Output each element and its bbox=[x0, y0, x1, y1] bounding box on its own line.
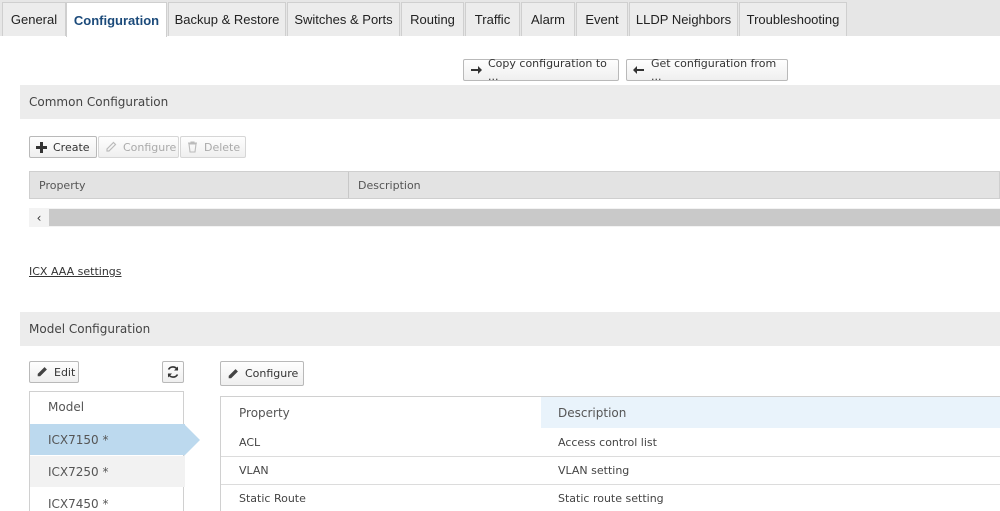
column-header-description[interactable]: Description bbox=[358, 172, 421, 198]
tab-label: Switches & Ports bbox=[294, 12, 393, 27]
common-configuration-header: Common Configuration bbox=[20, 85, 1000, 119]
tab-general[interactable]: General bbox=[2, 2, 66, 36]
delete-button-disabled[interactable]: Delete bbox=[180, 136, 246, 158]
model-property-table: Property Description ACL Access control … bbox=[220, 396, 1000, 511]
edit-button[interactable]: Edit bbox=[29, 361, 79, 383]
table-header: Property Description bbox=[221, 397, 1000, 428]
pencil-icon bbox=[228, 368, 238, 378]
section-title: Model Configuration bbox=[29, 322, 151, 336]
tab-lldp-neighbors[interactable]: LLDP Neighbors bbox=[629, 2, 738, 36]
tab-label: Configuration bbox=[73, 12, 160, 28]
tab-bar: General Configuration Backup & Restore S… bbox=[0, 0, 1000, 37]
description-cell: Static route setting bbox=[558, 492, 664, 505]
model-configuration-header: Model Configuration bbox=[20, 312, 1000, 346]
get-configuration-button[interactable]: Get configuration from ... bbox=[626, 57, 788, 83]
table-row[interactable]: ACL Access control list bbox=[221, 429, 1000, 457]
tab-label: LLDP Neighbors bbox=[635, 12, 732, 27]
list-item-label: ICX7150 * bbox=[48, 432, 109, 447]
pencil-icon bbox=[37, 367, 47, 377]
horizontal-scrollbar[interactable]: ‹ bbox=[29, 208, 1000, 227]
tab-traffic[interactable]: Traffic bbox=[465, 2, 520, 36]
tab-event[interactable]: Event bbox=[576, 2, 628, 36]
model-item-icx7150[interactable]: ICX7150 * bbox=[30, 424, 185, 455]
create-button[interactable]: Create bbox=[29, 136, 97, 158]
property-cell: Static Route bbox=[239, 492, 306, 505]
refresh-button[interactable] bbox=[162, 361, 184, 383]
selection-pointer bbox=[184, 424, 200, 456]
arrow-right-icon bbox=[471, 66, 482, 74]
create-label: Create bbox=[53, 140, 90, 154]
property-cell: VLAN bbox=[239, 464, 269, 477]
model-list: Model ICX7150 * ICX7250 * ICX7450 * bbox=[29, 391, 185, 511]
model-list-header: Model bbox=[48, 400, 85, 414]
scroll-left-icon[interactable]: ‹ bbox=[29, 208, 49, 227]
tab-backup-restore[interactable]: Backup & Restore bbox=[168, 2, 286, 36]
tab-label: Routing bbox=[410, 12, 455, 27]
model-item-icx7450[interactable]: ICX7450 * bbox=[30, 488, 185, 511]
list-item-label: ICX7250 * bbox=[48, 464, 109, 479]
description-cell: VLAN setting bbox=[558, 464, 630, 477]
section-title: Common Configuration bbox=[29, 95, 169, 109]
tab-label: Alarm bbox=[531, 12, 565, 27]
model-item-icx7250[interactable]: ICX7250 * bbox=[30, 456, 185, 487]
configure-label: Configure bbox=[245, 367, 299, 380]
tab-switches-ports[interactable]: Switches & Ports bbox=[287, 2, 400, 36]
copy-configuration-label: Copy configuration to ... bbox=[488, 57, 607, 83]
tab-label: Event bbox=[585, 12, 619, 27]
tab-label: Traffic bbox=[474, 12, 511, 27]
tab-label: General bbox=[10, 12, 58, 27]
tab-routing[interactable]: Routing bbox=[401, 2, 464, 36]
table-row[interactable]: Static Route Static route setting bbox=[221, 484, 1000, 511]
trash-icon bbox=[188, 141, 197, 153]
tab-label: Backup & Restore bbox=[174, 12, 280, 27]
column-header-description[interactable]: Description bbox=[541, 397, 1000, 428]
refresh-icon bbox=[167, 366, 179, 378]
list-item-label: ICX7450 * bbox=[48, 496, 109, 511]
property-cell: ACL bbox=[239, 436, 261, 449]
model-configure-button[interactable]: Configure bbox=[220, 361, 304, 386]
delete-label: Delete bbox=[204, 140, 241, 154]
tab-configuration[interactable]: Configuration bbox=[66, 2, 167, 37]
column-divider[interactable] bbox=[348, 172, 349, 198]
plus-icon bbox=[36, 141, 47, 153]
column-header-property[interactable]: Property bbox=[39, 172, 86, 198]
column-header-property[interactable]: Property bbox=[221, 397, 541, 428]
scroll-thumb[interactable] bbox=[49, 209, 1000, 226]
tab-label: Troubleshooting bbox=[746, 12, 840, 27]
get-configuration-label: Get configuration from ... bbox=[651, 57, 777, 83]
common-grid-header: Property Description bbox=[29, 171, 1000, 199]
description-cell: Access control list bbox=[558, 436, 657, 449]
arrow-left-icon bbox=[633, 66, 644, 74]
edit-label: Edit bbox=[54, 365, 76, 379]
table-row[interactable]: VLAN VLAN setting bbox=[221, 456, 1000, 484]
icx-aaa-settings-link[interactable]: ICX AAA settings bbox=[29, 265, 122, 278]
configure-button-disabled[interactable]: Configure bbox=[98, 136, 179, 158]
tab-troubleshooting[interactable]: Troubleshooting bbox=[739, 2, 847, 36]
pencil-icon bbox=[106, 141, 117, 152]
copy-configuration-button[interactable]: Copy configuration to ... bbox=[463, 57, 619, 83]
configure-label: Configure bbox=[123, 140, 177, 154]
tab-alarm[interactable]: Alarm bbox=[521, 2, 575, 36]
